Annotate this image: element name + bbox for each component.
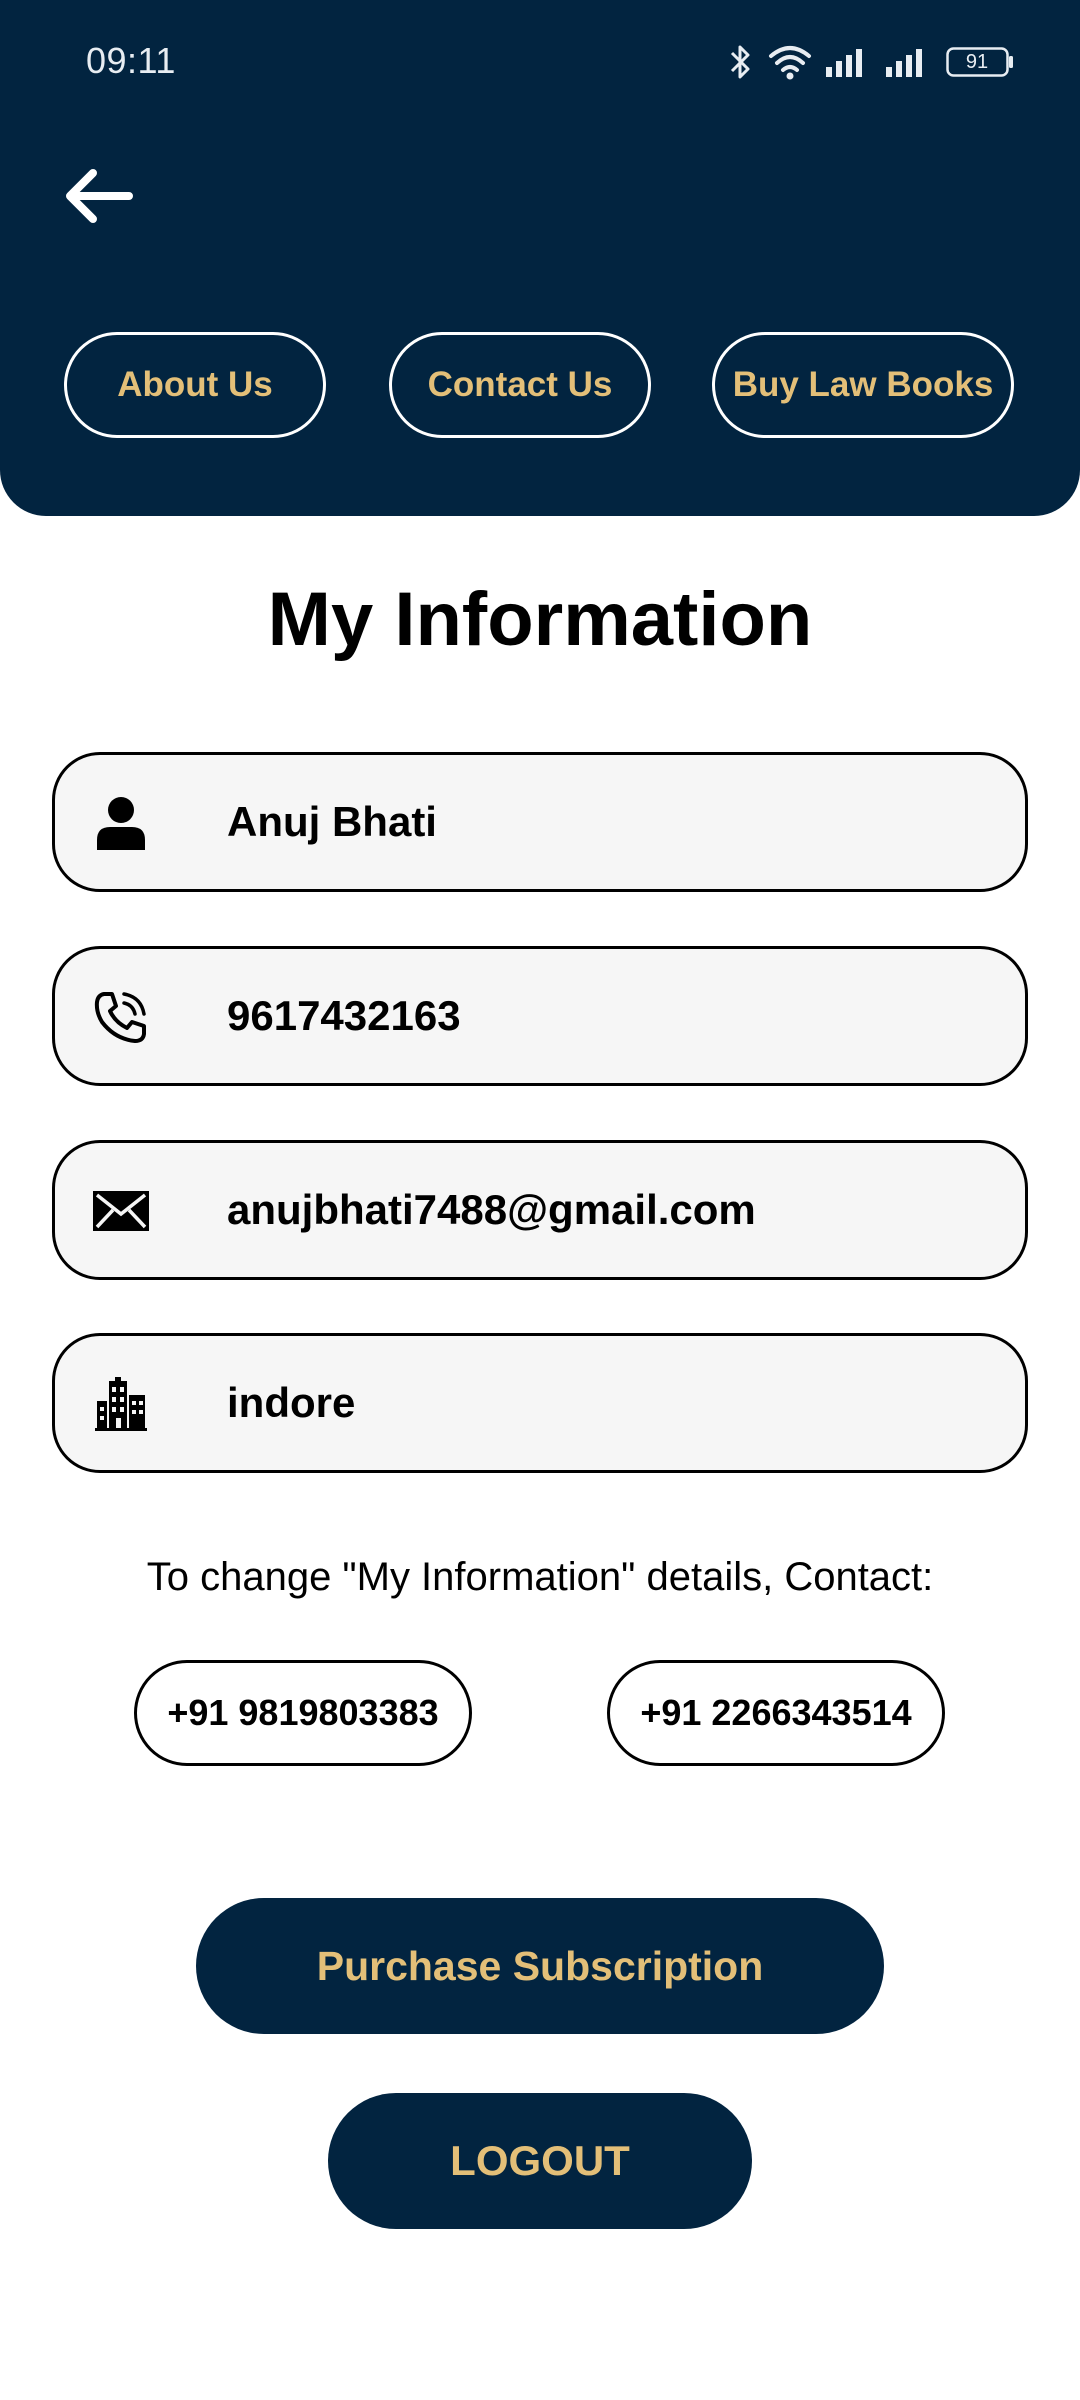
contact-us-button[interactable]: Contact Us	[389, 332, 651, 438]
back-button[interactable]	[60, 160, 136, 236]
city-icon	[93, 1376, 149, 1432]
status-bar: 09:11 91	[0, 0, 1080, 120]
bluetooth-icon	[728, 42, 754, 82]
signal-icon	[826, 45, 872, 79]
name-value: Anuj Bhati	[227, 798, 437, 845]
phone-field[interactable]: 9617432163	[52, 946, 1028, 1086]
contact-phone-1-button[interactable]: +91 9819803383	[134, 1660, 472, 1766]
about-us-button[interactable]: About Us	[64, 332, 326, 438]
person-icon	[93, 795, 149, 851]
contact-phone-2-button[interactable]: +91 2266343514	[607, 1660, 945, 1766]
status-icons: 91	[728, 38, 1014, 86]
signal-icon	[886, 45, 932, 79]
page-title: My Information	[267, 577, 813, 662]
city-field[interactable]: indore	[52, 1333, 1028, 1473]
email-field[interactable]: anujbhati7488@gmail.com	[52, 1140, 1028, 1280]
email-value: anujbhati7488@gmail.com	[227, 1186, 756, 1233]
contact-note: To change "My Information" details, Cont…	[146, 1555, 934, 1599]
app-header: 09:11 91 About Us Contact Us Buy Law Boo…	[0, 0, 1080, 516]
city-value: indore	[227, 1379, 356, 1426]
purchase-subscription-button[interactable]: Purchase Subscription	[196, 1898, 884, 2034]
logout-button[interactable]: LOGOUT	[328, 2093, 752, 2229]
battery-level: 91	[965, 51, 989, 73]
buy-law-books-button[interactable]: Buy Law Books	[712, 332, 1014, 438]
phone-value: 9617432163	[227, 992, 461, 1039]
battery-icon: 91	[946, 47, 1014, 77]
mail-icon	[93, 1183, 149, 1239]
status-time: 09:11	[86, 40, 176, 81]
name-field[interactable]: Anuj Bhati	[52, 752, 1028, 892]
arrow-left-icon	[63, 166, 133, 231]
phone-icon	[93, 989, 149, 1045]
wifi-icon	[768, 43, 812, 81]
